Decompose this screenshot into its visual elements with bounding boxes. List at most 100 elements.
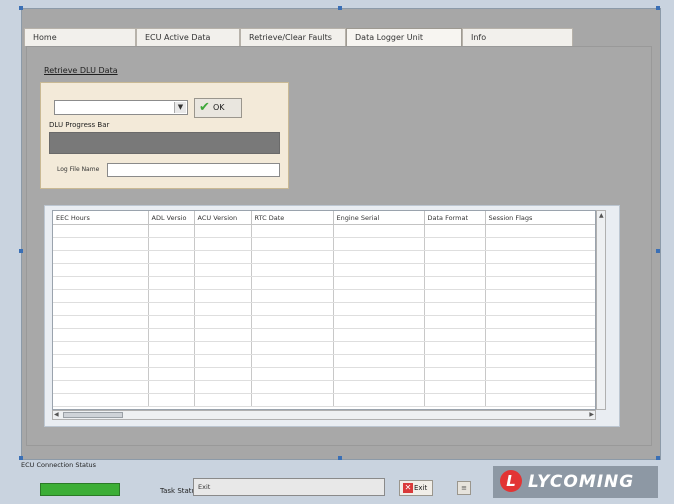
table-cell[interactable] (333, 289, 425, 303)
table-cell[interactable] (485, 289, 595, 303)
table-row[interactable] (53, 224, 595, 238)
table-cell[interactable] (251, 263, 334, 277)
table-cell[interactable] (194, 354, 252, 368)
dlu-data-table[interactable]: EEC Hours ADL Versio ACU Version RTC Dat… (52, 210, 596, 410)
table-cell[interactable] (485, 224, 595, 238)
table-cell[interactable] (424, 302, 486, 316)
exit-button[interactable]: ✕ Exit (399, 480, 433, 496)
table-cell[interactable] (333, 367, 425, 381)
table-cell[interactable] (485, 341, 595, 355)
table-cell[interactable] (194, 302, 252, 316)
tab-home[interactable]: Home (24, 28, 136, 46)
table-cell[interactable] (148, 393, 195, 407)
table-cell[interactable] (424, 341, 486, 355)
table-cell[interactable] (53, 263, 149, 277)
table-cell[interactable] (333, 393, 425, 407)
table-cell[interactable] (53, 315, 149, 329)
table-cell[interactable] (148, 354, 195, 368)
table-cell[interactable] (333, 328, 425, 342)
table-cell[interactable] (333, 302, 425, 316)
table-cell[interactable] (485, 237, 595, 251)
table-cell[interactable] (251, 380, 334, 394)
table-cell[interactable] (424, 328, 486, 342)
ok-button[interactable]: ✔ OK (194, 98, 242, 118)
table-cell[interactable] (194, 393, 252, 407)
table-cell[interactable] (333, 250, 425, 264)
scroll-left-icon[interactable]: ◀ (54, 411, 59, 419)
table-row[interactable] (53, 380, 595, 394)
table-cell[interactable] (53, 367, 149, 381)
table-cell[interactable] (251, 289, 334, 303)
table-cell[interactable] (194, 224, 252, 238)
table-cell[interactable] (251, 341, 334, 355)
table-cell[interactable] (148, 276, 195, 290)
scroll-thumb[interactable] (63, 412, 123, 418)
table-cell[interactable] (333, 315, 425, 329)
table-row[interactable] (53, 289, 595, 303)
table-cell[interactable] (148, 263, 195, 277)
table-cell[interactable] (424, 276, 486, 290)
table-cell[interactable] (251, 315, 334, 329)
table-cell[interactable] (148, 224, 195, 238)
table-cell[interactable] (148, 380, 195, 394)
table-cell[interactable] (485, 276, 595, 290)
resize-handle[interactable] (19, 6, 23, 10)
table-cell[interactable] (148, 289, 195, 303)
table-cell[interactable] (333, 354, 425, 368)
table-row[interactable] (53, 315, 595, 329)
table-cell[interactable] (485, 393, 595, 407)
logfile-name-input[interactable] (107, 163, 280, 177)
table-row[interactable] (53, 250, 595, 264)
tab-info[interactable]: Info (462, 28, 573, 46)
menu-button[interactable]: ≡ (457, 481, 471, 495)
table-cell[interactable] (251, 367, 334, 381)
table-row[interactable] (53, 302, 595, 316)
table-cell[interactable] (485, 380, 595, 394)
table-row[interactable] (53, 328, 595, 342)
table-row[interactable] (53, 367, 595, 381)
table-cell[interactable] (194, 276, 252, 290)
table-cell[interactable] (424, 263, 486, 277)
table-row[interactable] (53, 263, 595, 277)
table-cell[interactable] (333, 224, 425, 238)
table-cell[interactable] (148, 250, 195, 264)
table-cell[interactable] (53, 380, 149, 394)
table-cell[interactable] (333, 237, 425, 251)
scroll-right-icon[interactable]: ▶ (589, 411, 594, 419)
table-cell[interactable] (148, 302, 195, 316)
resize-handle[interactable] (338, 6, 342, 10)
table-cell[interactable] (485, 250, 595, 264)
table-cell[interactable] (485, 328, 595, 342)
table-cell[interactable] (251, 237, 334, 251)
table-cell[interactable] (53, 289, 149, 303)
table-cell[interactable] (424, 237, 486, 251)
table-cell[interactable] (53, 224, 149, 238)
table-cell[interactable] (53, 393, 149, 407)
vertical-scrollbar[interactable]: ▲ (596, 210, 606, 410)
table-cell[interactable] (53, 328, 149, 342)
table-cell[interactable] (485, 367, 595, 381)
table-cell[interactable] (333, 341, 425, 355)
table-cell[interactable] (251, 328, 334, 342)
horizontal-scrollbar[interactable]: ◀ ▶ (52, 410, 596, 420)
table-cell[interactable] (148, 328, 195, 342)
table-row[interactable] (53, 341, 595, 355)
table-cell[interactable] (194, 289, 252, 303)
table-row[interactable] (53, 393, 595, 407)
tab-retrieve-clear-faults[interactable]: Retrieve/Clear Faults (240, 28, 346, 46)
table-cell[interactable] (424, 354, 486, 368)
table-cell[interactable] (485, 302, 595, 316)
table-cell[interactable] (251, 276, 334, 290)
table-cell[interactable] (424, 393, 486, 407)
table-cell[interactable] (424, 380, 486, 394)
table-row[interactable] (53, 237, 595, 251)
table-cell[interactable] (53, 354, 149, 368)
table-cell[interactable] (485, 315, 595, 329)
column-header[interactable]: RTC Date (251, 211, 334, 225)
column-header[interactable]: EEC Hours (53, 211, 149, 225)
table-row[interactable] (53, 276, 595, 290)
table-cell[interactable] (194, 315, 252, 329)
table-cell[interactable] (194, 380, 252, 394)
table-cell[interactable] (251, 302, 334, 316)
table-cell[interactable] (485, 354, 595, 368)
